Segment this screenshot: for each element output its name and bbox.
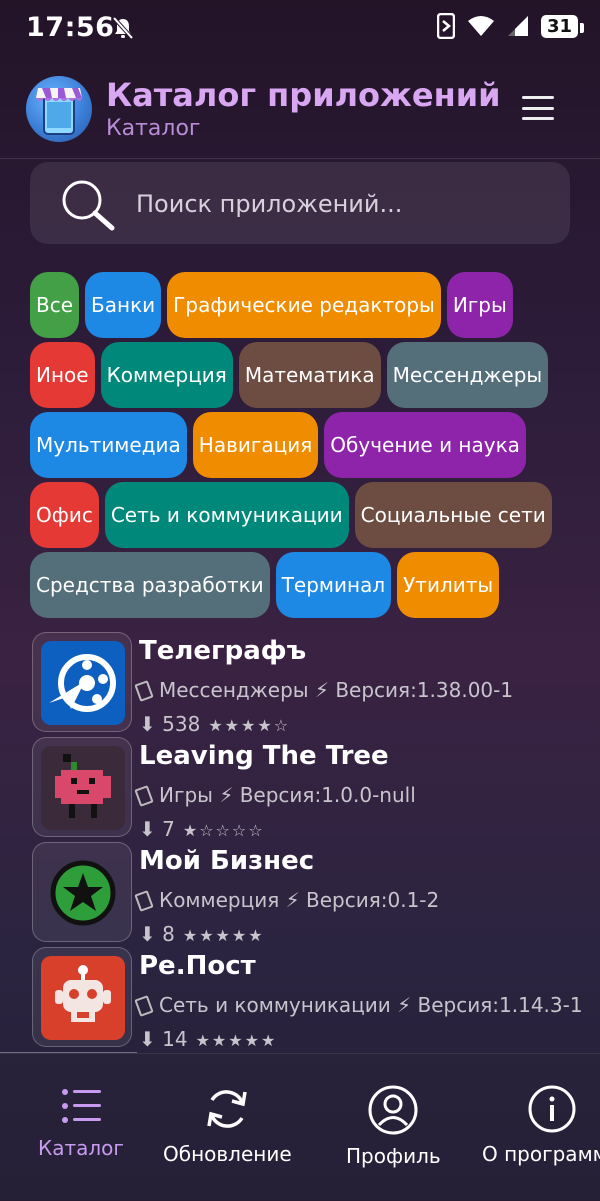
page-subtitle: Каталог [106,116,201,141]
rating-stars: ★★★★★ [195,1031,278,1050]
app-stats: ⬇ 8 ★★★★★ [139,922,265,946]
category-chip[interactable]: Офис [30,482,99,548]
nav-about[interactable]: О программе [482,1084,600,1166]
tag-icon [134,680,154,702]
nav-catalog[interactable]: Каталог [38,1084,124,1160]
telegraph-icon [41,641,125,725]
app-meta: Мессенджеры ⚡ Версия:1.38.00-1 [134,678,514,702]
category-chip[interactable]: Утилиты [397,552,500,618]
app-stats: ⬇ 14 ★★★★★ [139,1027,277,1051]
tag-icon [134,995,154,1017]
category-chip[interactable]: Социальные сети [354,482,552,548]
category-chip[interactable]: Мессенджеры [386,342,549,408]
tag-icon [134,890,154,912]
nav-about-label: О программе [482,1142,600,1166]
info-icon [528,1085,576,1133]
signal-icon [507,16,528,36]
category-chip[interactable]: Математика [238,342,381,408]
nav-profile[interactable]: Профиль [346,1084,441,1168]
nav-update[interactable]: Обновление [163,1084,292,1166]
bell-off-icon [112,16,134,40]
hamburger-menu-icon[interactable] [522,96,554,120]
app-meta: Сеть и коммуникации ⚡ Версия:1.14.3-1 [134,993,583,1017]
app-category-version: Коммерция ⚡ Версия:0.1-2 [159,888,440,912]
app-list-item[interactable]: Ре.Пост Сеть и коммуникации ⚡ Версия:1.14… [0,945,600,1051]
download-count: 8 [162,922,175,946]
download-count: 538 [162,712,201,736]
category-chip[interactable]: Средства разработки [30,552,270,618]
app-stats: ⬇ 538 ★★★★☆ [139,712,290,736]
page-title: Каталог приложений [106,76,501,114]
status-time: 17:56 [26,12,115,43]
refresh-icon [207,1090,248,1128]
rating-stars: ★★★★★ [182,926,265,945]
rating-stars: ★☆☆☆☆ [182,821,265,840]
category-chip[interactable]: Терминал [275,552,392,618]
app-name: Ре.Пост [139,951,256,981]
app-name: Телеграфъ [139,636,307,666]
app-list-item[interactable]: Мой Бизнес Коммерция ⚡ Версия:0.1-2 ⬇ 8 ★★★… [0,840,600,946]
download-count: 7 [162,817,175,841]
app-category-version: Сеть и коммуникации ⚡ Версия:1.14.3-1 [159,993,583,1017]
download-icon: ⬇ [139,1027,163,1051]
app-icon-frame [32,632,132,732]
profile-icon [368,1085,418,1135]
app-category-version: Игры ⚡ Версия:1.0.0-null [159,783,416,807]
category-chip[interactable]: Коммерция [100,342,233,408]
app-list-item[interactable]: Телеграфъ Мессенджеры ⚡ Версия:1.38.00-1 ⬇… [0,630,600,736]
list-icon [61,1089,101,1123]
category-chip[interactable]: Графические редакторы [167,272,441,338]
app-icon-frame [32,737,132,837]
app-icon-frame [32,947,132,1047]
category-chip[interactable]: Навигация [192,412,319,478]
category-chip[interactable]: Банки [85,272,162,338]
category-filter-list: Все Банки Графические редакторы Игры Иное Ком… [30,272,580,618]
app-name: Leaving The Tree [139,741,389,771]
search-bar[interactable] [30,162,570,244]
nav-update-label: Обновление [163,1142,292,1166]
search-input[interactable] [134,186,548,222]
nav-catalog-label: Каталог [38,1136,124,1160]
app-meta: Коммерция ⚡ Версия:0.1-2 [134,888,440,912]
category-chip[interactable]: Иное [30,342,95,408]
rating-stars: ★★★★☆ [208,716,291,735]
download-count: 14 [162,1027,188,1051]
green-star-icon [41,851,125,935]
download-icon: ⬇ [139,922,163,946]
app-icon-frame [32,842,132,942]
category-chip[interactable]: Все [30,272,80,338]
search-icon [62,180,115,231]
category-chip[interactable]: Мультимедиа [30,412,187,478]
bottom-navigation: Каталог Обновление Профиль О программе [0,1053,600,1201]
download-icon: ⬇ [139,712,163,736]
status-bar: 17:56 31 [0,0,600,56]
nfc-icon [436,13,455,39]
robot-face-icon [41,956,125,1040]
app-list: Телеграфъ Мессенджеры ⚡ Версия:1.38.00-1 ⬇… [0,630,600,1051]
category-chip[interactable]: Обучение и наука [324,412,526,478]
app-meta: Игры ⚡ Версия:1.0.0-null [134,783,416,807]
app-list-item[interactable]: Leaving The Tree Игры ⚡ Версия:1.0.0-null… [0,735,600,841]
download-icon: ⬇ [139,817,163,841]
app-bar: Каталог приложений Каталог [0,62,600,159]
app-name: Мой Бизнес [139,846,315,876]
wifi-icon [467,16,494,36]
app-stats: ⬇ 7 ★☆☆☆☆ [139,817,265,841]
pixel-apple-character-icon [41,746,125,830]
category-chip[interactable]: Сеть и коммуникации [104,482,349,548]
battery-indicator: 31 [540,14,585,38]
nav-profile-label: Профиль [346,1144,441,1168]
tag-icon [134,785,154,807]
category-chip[interactable]: Игры [446,272,513,338]
storefront-phone-icon [26,76,92,142]
app-category-version: Мессенджеры ⚡ Версия:1.38.00-1 [159,678,514,702]
